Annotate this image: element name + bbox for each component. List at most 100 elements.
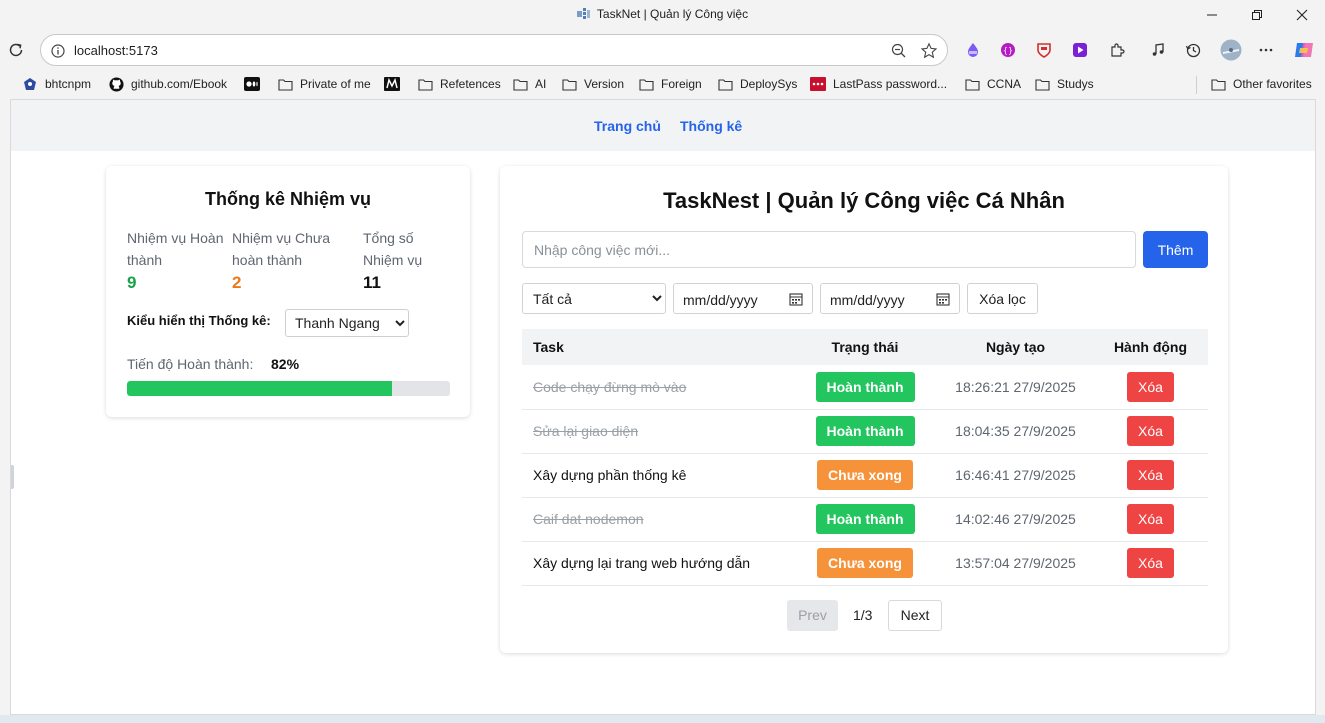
delete-task-button[interactable]: Xóa	[1127, 504, 1174, 534]
nav-stats-link[interactable]: Thống kê	[680, 118, 742, 134]
minimize-icon	[1207, 14, 1217, 16]
bookmark-folder[interactable]: AI	[512, 76, 546, 92]
stat-total-value: 11	[363, 273, 381, 292]
tab-favicon-icon	[576, 8, 590, 19]
delete-task-button[interactable]: Xóa	[1127, 371, 1174, 402]
extensions-puzzle-icon[interactable]	[1107, 40, 1127, 60]
extension-red-shield-icon[interactable]	[1034, 40, 1054, 60]
extension-magenta-icon[interactable]: {}	[998, 40, 1018, 60]
bookmark-folder[interactable]: Foreign	[638, 76, 702, 92]
prev-page-button[interactable]: Prev	[787, 600, 838, 631]
bookmarks-bar: bhtcnpm github.com/Ebook Private of me R…	[0, 70, 1325, 98]
close-window-button[interactable]	[1279, 0, 1325, 30]
delete-task-button[interactable]: Xóa	[1127, 548, 1174, 578]
folder-icon	[1210, 77, 1226, 91]
status-badge[interactable]: Chưa xong	[817, 460, 913, 490]
m-logo-icon	[384, 77, 400, 91]
bookmark-folder[interactable]: Studys	[1034, 76, 1094, 92]
sidebar-handle[interactable]	[11, 465, 14, 489]
progress-value: 82%	[271, 356, 300, 372]
media-music-icon[interactable]	[1148, 40, 1168, 60]
stat-total-label-2: Nhiệm vụ	[363, 252, 423, 268]
restore-button[interactable]	[1234, 0, 1280, 30]
bookmark-folder[interactable]: Version	[561, 76, 624, 92]
status-badge[interactable]: Hoàn thành	[815, 371, 915, 402]
bookmark-folder[interactable]: Private of me	[277, 76, 371, 92]
stats-title: Thống kê Nhiệm vụ	[204, 189, 372, 209]
column-header-action: Hành động	[1093, 329, 1208, 365]
table-row: Sửa lại giao diện Hoàn thành 18:04:35 27…	[522, 409, 1208, 454]
calendar-icon[interactable]	[936, 292, 950, 306]
window-title-area: TaskNet | Quản lý Công việc	[0, 7, 1325, 21]
nav-home-link[interactable]: Trang chủ	[594, 118, 661, 134]
minimize-button[interactable]	[1189, 0, 1235, 30]
delete-task-button[interactable]: Xóa	[1127, 460, 1174, 490]
task-name: Xây dựng lại trang web hướng dẫn	[522, 541, 792, 586]
folder-icon	[1034, 77, 1050, 91]
history-icon[interactable]	[1183, 40, 1203, 60]
table-row: Xây dựng lại trang web hướng dẫn Chưa xo…	[522, 541, 1208, 586]
clear-filter-button[interactable]: Xóa lọc	[967, 283, 1038, 314]
bookmark-item[interactable]: LastPass password...	[810, 76, 947, 92]
zoom-out-icon[interactable]	[891, 43, 907, 59]
date-to-placeholder: mm/dd/yyyy	[830, 292, 905, 308]
folder-icon	[417, 77, 433, 91]
window-titlebar: TaskNet | Quản lý Công việc	[0, 0, 1325, 30]
bookmark-folder[interactable]: Refetences	[417, 76, 501, 92]
address-bar[interactable]: localhost:5173	[40, 34, 948, 66]
task-name: Xây dựng phần thống kê	[522, 453, 792, 498]
extension-play-icon[interactable]	[1070, 40, 1090, 60]
bookmark-label: AI	[535, 77, 547, 91]
new-task-input[interactable]	[522, 231, 1136, 268]
copilot-icon[interactable]	[1292, 40, 1316, 60]
bookmark-item[interactable]: bhtcnpm	[22, 76, 91, 92]
task-table-header: Task Trạng thái Ngày tạo Hành động	[522, 329, 1208, 365]
other-favorites-folder[interactable]: Other favorites	[1210, 76, 1312, 92]
stat-pending: Nhiệm vụ Chưa hoàn thành 2	[232, 227, 330, 294]
stat-pending-label-2: hoàn thành	[232, 252, 303, 268]
folder-icon	[277, 77, 293, 91]
bookmark-item[interactable]: github.com/Ebook	[108, 76, 227, 92]
bookmark-site-icon	[22, 77, 38, 91]
lastpass-icon	[810, 77, 826, 91]
page-indicator: 1/3	[853, 607, 873, 623]
task-created-date: 18:26:21 27/9/2025	[938, 365, 1093, 410]
status-badge[interactable]: Hoàn thành	[815, 416, 915, 446]
status-badge[interactable]: Chưa xong	[817, 548, 913, 578]
extension-purple-drop-icon[interactable]	[963, 40, 983, 60]
bookmark-item[interactable]	[384, 76, 400, 92]
date-to-input[interactable]: mm/dd/yyyy	[820, 283, 960, 314]
bookmark-item[interactable]	[244, 76, 260, 92]
display-mode-select[interactable]: Thanh Ngang	[285, 309, 409, 337]
status-filter-select[interactable]: Tất cả	[522, 283, 666, 314]
bookmark-label: Foreign	[661, 77, 702, 91]
favorite-star-icon[interactable]	[920, 42, 938, 60]
restore-icon	[1252, 10, 1262, 20]
status-badge[interactable]: Hoàn thành	[815, 504, 915, 534]
next-page-button[interactable]: Next	[888, 600, 942, 631]
add-task-button[interactable]: Thêm	[1143, 231, 1208, 268]
delete-task-button[interactable]: Xóa	[1127, 416, 1174, 446]
bookmark-label: Version	[584, 77, 625, 91]
address-toolbar: localhost:5173 {}	[0, 31, 1325, 69]
folder-icon	[964, 77, 980, 91]
url-text[interactable]: localhost:5173	[74, 43, 158, 58]
folder-icon	[638, 77, 654, 91]
display-mode-label: Kiểu hiển thị Thống kê:	[127, 313, 271, 328]
bookmark-folder[interactable]: DeploySys	[717, 76, 797, 92]
bookmark-folder[interactable]: CCNA	[964, 76, 1021, 92]
tasks-title: TaskNest | Quản lý Công việc Cá Nhân	[663, 188, 1065, 213]
calendar-icon[interactable]	[789, 292, 803, 306]
table-row: Caif dat nodemon Hoàn thành 14:02:46 27/…	[522, 497, 1208, 542]
table-row: Xây dựng phần thống kê Chưa xong 16:46:4…	[522, 453, 1208, 498]
stat-completed-label-2: thành	[127, 252, 163, 268]
bookmark-label: LastPass password...	[833, 77, 948, 91]
column-header-task: Task	[522, 329, 792, 365]
date-from-input[interactable]: mm/dd/yyyy	[673, 283, 813, 314]
reload-button[interactable]	[5, 39, 27, 61]
progress-bar-fill	[127, 381, 392, 396]
profile-avatar-icon[interactable]	[1219, 39, 1243, 61]
progress-bar	[127, 381, 450, 396]
more-menu-icon[interactable]	[1256, 40, 1276, 60]
bookmark-label: github.com/Ebook	[131, 77, 228, 91]
